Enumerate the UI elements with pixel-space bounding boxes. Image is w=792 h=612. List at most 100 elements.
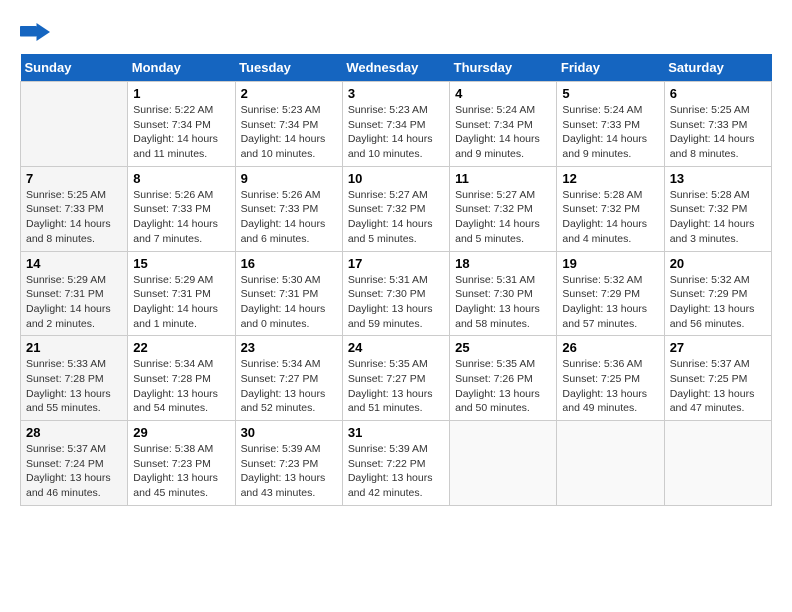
day-number: 27: [670, 340, 766, 355]
calendar-cell: 19 Sunrise: 5:32 AM Sunset: 7:29 PM Dayli…: [557, 251, 664, 336]
day-number: 3: [348, 86, 444, 101]
day-number: 14: [26, 256, 122, 271]
calendar-cell: 1Sunrise: 5:22 AM Sunset: 7:34 PM Daylig…: [128, 82, 235, 167]
calendar-cell: 2Sunrise: 5:23 AM Sunset: 7:34 PM Daylig…: [235, 82, 342, 167]
day-number: 24: [348, 340, 444, 355]
day-number: 30: [241, 425, 337, 440]
calendar-week-row: 1Sunrise: 5:22 AM Sunset: 7:34 PM Daylig…: [21, 82, 772, 167]
calendar-cell: 21 Sunrise: 5:33 AM Sunset: 7:28 PM Dayli…: [21, 336, 128, 421]
calendar-cell: 3 Sunrise: 5:23 AM Sunset: 7:34 PM Daylig…: [342, 82, 449, 167]
calendar-cell: 6 Sunrise: 5:25 AM Sunset: 7:33 PM Daylig…: [664, 82, 771, 167]
calendar-cell: 20 Sunrise: 5:32 AM Sunset: 7:29 PM Dayli…: [664, 251, 771, 336]
weekday-header: Friday: [557, 54, 664, 82]
calendar-cell: 17 Sunrise: 5:31 AM Sunset: 7:30 PM Dayli…: [342, 251, 449, 336]
calendar-cell: 8 Sunrise: 5:26 AM Sunset: 7:33 PM Daylig…: [128, 166, 235, 251]
calendar-week-row: 21 Sunrise: 5:33 AM Sunset: 7:28 PM Dayli…: [21, 336, 772, 421]
calendar-cell: 26 Sunrise: 5:36 AM Sunset: 7:25 PM Dayli…: [557, 336, 664, 421]
day-info: Sunrise: 5:24 AM Sunset: 7:33 PM Dayligh…: [562, 103, 658, 162]
day-info: Sunrise: 5:35 AM Sunset: 7:27 PM Dayligh…: [348, 357, 444, 416]
day-info: Sunrise: 5:32 AM Sunset: 7:29 PM Dayligh…: [562, 273, 658, 332]
day-number: 31: [348, 425, 444, 440]
calendar-cell: 18 Sunrise: 5:31 AM Sunset: 7:30 PM Dayli…: [450, 251, 557, 336]
calendar-week-row: 28 Sunrise: 5:37 AM Sunset: 7:24 PM Dayli…: [21, 421, 772, 506]
day-info: Sunrise: 5:33 AM Sunset: 7:28 PM Dayligh…: [26, 357, 122, 416]
day-number: 21: [26, 340, 122, 355]
calendar-cell: 30 Sunrise: 5:39 AM Sunset: 7:23 PM Dayli…: [235, 421, 342, 506]
day-info: Sunrise: 5:25 AM Sunset: 7:33 PM Dayligh…: [670, 103, 766, 162]
calendar-table: SundayMondayTuesdayWednesdayThursdayFrid…: [20, 54, 772, 506]
calendar-cell: 12 Sunrise: 5:28 AM Sunset: 7:32 PM Dayli…: [557, 166, 664, 251]
day-info: Sunrise: 5:29 AM Sunset: 7:31 PM Dayligh…: [133, 273, 229, 332]
calendar-cell: 9 Sunrise: 5:26 AM Sunset: 7:33 PM Daylig…: [235, 166, 342, 251]
weekday-header: Sunday: [21, 54, 128, 82]
day-info: Sunrise: 5:26 AM Sunset: 7:33 PM Dayligh…: [133, 188, 229, 247]
day-info: Sunrise: 5:37 AM Sunset: 7:24 PM Dayligh…: [26, 442, 122, 501]
day-number: 7: [26, 171, 122, 186]
day-info: Sunrise: 5:25 AM Sunset: 7:33 PM Dayligh…: [26, 188, 122, 247]
weekday-header: Saturday: [664, 54, 771, 82]
calendar-cell: 4Sunrise: 5:24 AM Sunset: 7:34 PM Daylig…: [450, 82, 557, 167]
calendar-cell: [450, 421, 557, 506]
calendar-cell: 31 Sunrise: 5:39 AM Sunset: 7:22 PM Dayli…: [342, 421, 449, 506]
calendar-cell: [557, 421, 664, 506]
calendar-cell: 22Sunrise: 5:34 AM Sunset: 7:28 PM Dayli…: [128, 336, 235, 421]
day-number: 11: [455, 171, 551, 186]
day-number: 6: [670, 86, 766, 101]
calendar-cell: 25 Sunrise: 5:35 AM Sunset: 7:26 PM Dayli…: [450, 336, 557, 421]
day-number: 4: [455, 86, 551, 101]
weekday-header: Wednesday: [342, 54, 449, 82]
day-number: 5: [562, 86, 658, 101]
day-number: 17: [348, 256, 444, 271]
day-number: 18: [455, 256, 551, 271]
calendar-cell: 5 Sunrise: 5:24 AM Sunset: 7:33 PM Daylig…: [557, 82, 664, 167]
day-info: Sunrise: 5:23 AM Sunset: 7:34 PM Dayligh…: [348, 103, 444, 162]
day-number: 10: [348, 171, 444, 186]
day-info: Sunrise: 5:26 AM Sunset: 7:33 PM Dayligh…: [241, 188, 337, 247]
day-info: Sunrise: 5:39 AM Sunset: 7:22 PM Dayligh…: [348, 442, 444, 501]
day-number: 28: [26, 425, 122, 440]
calendar-cell: 11 Sunrise: 5:27 AM Sunset: 7:32 PM Dayli…: [450, 166, 557, 251]
day-number: 29: [133, 425, 229, 440]
day-info: Sunrise: 5:28 AM Sunset: 7:32 PM Dayligh…: [562, 188, 658, 247]
weekday-header: Thursday: [450, 54, 557, 82]
calendar-cell: 15 Sunrise: 5:29 AM Sunset: 7:31 PM Dayli…: [128, 251, 235, 336]
day-number: 9: [241, 171, 337, 186]
weekday-header: Tuesday: [235, 54, 342, 82]
day-info: Sunrise: 5:39 AM Sunset: 7:23 PM Dayligh…: [241, 442, 337, 501]
logo-icon: [20, 20, 50, 44]
calendar-cell: 23Sunrise: 5:34 AM Sunset: 7:27 PM Dayli…: [235, 336, 342, 421]
day-info: Sunrise: 5:36 AM Sunset: 7:25 PM Dayligh…: [562, 357, 658, 416]
day-number: 8: [133, 171, 229, 186]
calendar-cell: 14 Sunrise: 5:29 AM Sunset: 7:31 PM Dayli…: [21, 251, 128, 336]
calendar-week-row: 7 Sunrise: 5:25 AM Sunset: 7:33 PM Daylig…: [21, 166, 772, 251]
calendar-cell: 29Sunrise: 5:38 AM Sunset: 7:23 PM Dayli…: [128, 421, 235, 506]
day-number: 20: [670, 256, 766, 271]
day-number: 19: [562, 256, 658, 271]
calendar-cell: 13 Sunrise: 5:28 AM Sunset: 7:32 PM Dayli…: [664, 166, 771, 251]
day-info: Sunrise: 5:27 AM Sunset: 7:32 PM Dayligh…: [455, 188, 551, 247]
calendar-cell: [21, 82, 128, 167]
day-info: Sunrise: 5:32 AM Sunset: 7:29 PM Dayligh…: [670, 273, 766, 332]
day-number: 13: [670, 171, 766, 186]
day-info: Sunrise: 5:22 AM Sunset: 7:34 PM Dayligh…: [133, 103, 229, 162]
day-number: 26: [562, 340, 658, 355]
day-number: 12: [562, 171, 658, 186]
day-info: Sunrise: 5:31 AM Sunset: 7:30 PM Dayligh…: [348, 273, 444, 332]
day-info: Sunrise: 5:37 AM Sunset: 7:25 PM Dayligh…: [670, 357, 766, 416]
calendar-cell: 16Sunrise: 5:30 AM Sunset: 7:31 PM Dayli…: [235, 251, 342, 336]
day-number: 25: [455, 340, 551, 355]
day-info: Sunrise: 5:27 AM Sunset: 7:32 PM Dayligh…: [348, 188, 444, 247]
day-info: Sunrise: 5:28 AM Sunset: 7:32 PM Dayligh…: [670, 188, 766, 247]
logo: [20, 20, 54, 44]
calendar-cell: [664, 421, 771, 506]
day-info: Sunrise: 5:34 AM Sunset: 7:28 PM Dayligh…: [133, 357, 229, 416]
day-info: Sunrise: 5:35 AM Sunset: 7:26 PM Dayligh…: [455, 357, 551, 416]
day-info: Sunrise: 5:23 AM Sunset: 7:34 PM Dayligh…: [241, 103, 337, 162]
calendar-cell: 28 Sunrise: 5:37 AM Sunset: 7:24 PM Dayli…: [21, 421, 128, 506]
calendar-cell: 10 Sunrise: 5:27 AM Sunset: 7:32 PM Dayli…: [342, 166, 449, 251]
calendar-cell: 7 Sunrise: 5:25 AM Sunset: 7:33 PM Daylig…: [21, 166, 128, 251]
day-number: 15: [133, 256, 229, 271]
day-info: Sunrise: 5:31 AM Sunset: 7:30 PM Dayligh…: [455, 273, 551, 332]
day-info: Sunrise: 5:29 AM Sunset: 7:31 PM Dayligh…: [26, 273, 122, 332]
calendar-week-row: 14 Sunrise: 5:29 AM Sunset: 7:31 PM Dayli…: [21, 251, 772, 336]
